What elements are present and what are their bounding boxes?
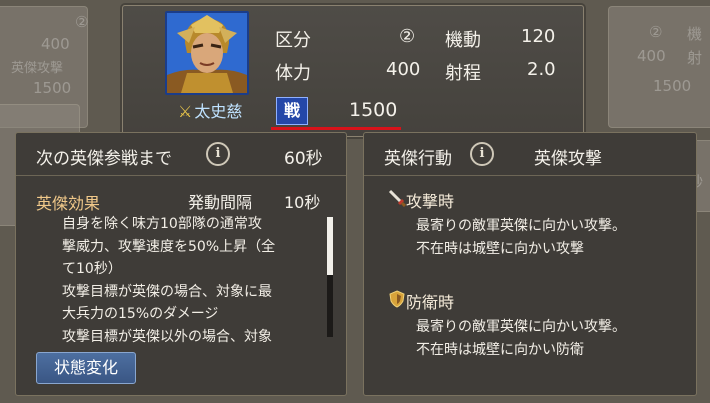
defense-description: 最寄りの敵軍英傑に向かい攻撃。 不在時は城壁に向かい防衛 — [416, 316, 626, 361]
bg-right-num: ② — [649, 23, 663, 41]
range-value: 2.0 — [527, 59, 556, 80]
action-header: 英傑行動 i 英傑攻撃 — [364, 133, 696, 176]
attack-description: 最寄りの敵軍英傑に向かい攻撃。 不在時は城壁に向かい攻撃 — [416, 215, 626, 260]
defense-line: 不在時は城壁に向かい防衛 — [416, 341, 584, 358]
effect-line: 大兵力の15%のダメージ — [62, 306, 219, 322]
defense-title: 防衛時 — [406, 293, 455, 312]
bg-right-1500: 1500 — [653, 77, 692, 95]
effect-line: 攻撃目標が英傑以外の場合、対象 — [62, 328, 272, 345]
hp-label: 体力 — [275, 63, 311, 84]
hp-value: 400 — [386, 59, 421, 80]
hero-stats-card[interactable]: 区分 ② 機動 120 体力 400 射程 2.0 ⚔ 太史慈 戦 1500 — [122, 5, 584, 137]
battle-badge: 戦 — [276, 97, 308, 125]
effect-line: 撃威力、攻撃速度を50%上昇（全 — [62, 238, 276, 255]
info-icon[interactable]: i — [206, 142, 230, 166]
hero-action-panel: 英傑行動 i 英傑攻撃 攻撃時 最寄りの敵軍英傑に向かい攻撃。 不在時は城壁に向… — [363, 132, 697, 396]
range-label: 射程 — [445, 63, 481, 84]
hero-name: ⚔ 太史慈 — [178, 98, 242, 122]
bg-left-400: 400 — [41, 35, 70, 53]
mobility-label: 機動 — [445, 30, 481, 51]
bg-right-400: 400 — [637, 47, 666, 65]
bg-left-num: ② — [75, 13, 89, 31]
next-hero-time: 60秒 — [284, 149, 323, 169]
attack-line: 最寄りの敵軍英傑に向かい攻撃。 — [416, 218, 626, 234]
sword-icon — [388, 189, 406, 207]
next-hero-header: 次の英傑参戦まで i 60秒 — [16, 133, 346, 176]
bg-left-label: 英傑攻撃 — [11, 61, 64, 76]
mobility-value: 120 — [521, 26, 556, 47]
effect-line: て10秒） — [62, 261, 122, 277]
category-label: 区分 — [275, 30, 311, 51]
attack-title: 攻撃時 — [406, 192, 455, 211]
hero-portrait[interactable] — [165, 11, 249, 95]
effect-line: 自身を除く味方10部隊の通常攻 — [62, 216, 262, 232]
action-value: 英傑攻撃 — [534, 149, 602, 169]
effect-scroll-thumb[interactable] — [327, 217, 333, 275]
defense-line: 最寄りの敵軍英傑に向かい攻撃。 — [416, 319, 626, 335]
interval-value: 10秒 — [284, 193, 321, 212]
attack-line: 不在時は城壁に向かい攻撃 — [416, 240, 584, 257]
bg-right-char: 機 — [687, 25, 703, 43]
effect-label: 英傑効果 — [36, 194, 101, 213]
next-hero-label: 次の英傑参戦まで — [36, 149, 172, 169]
effect-description: 自身を除く味方10部隊の通常攻 撃威力、攻撃速度を50%上昇（全 て10秒） 攻… — [62, 213, 338, 348]
status-change-button[interactable]: 状態変化 — [36, 352, 136, 384]
bg-left-1500: 1500 — [33, 79, 72, 97]
shield-icon — [389, 290, 405, 308]
category-value: ② — [399, 26, 416, 47]
interval-label: 発動間隔 — [188, 193, 253, 212]
troop-underline — [271, 127, 401, 130]
info-icon[interactable]: i — [470, 142, 494, 166]
effect-line: 攻撃目標が英傑の場合、対象に最 — [62, 283, 272, 300]
bow-icon: ⚔ — [178, 102, 193, 121]
bg-right-char2: 射 — [687, 49, 703, 67]
troop-count: 1500 — [349, 99, 398, 121]
hero-name-text: 太史慈 — [194, 102, 243, 121]
background-card-right: ② 機 400 射 1500 — [608, 6, 710, 128]
action-label: 英傑行動 — [384, 149, 452, 169]
